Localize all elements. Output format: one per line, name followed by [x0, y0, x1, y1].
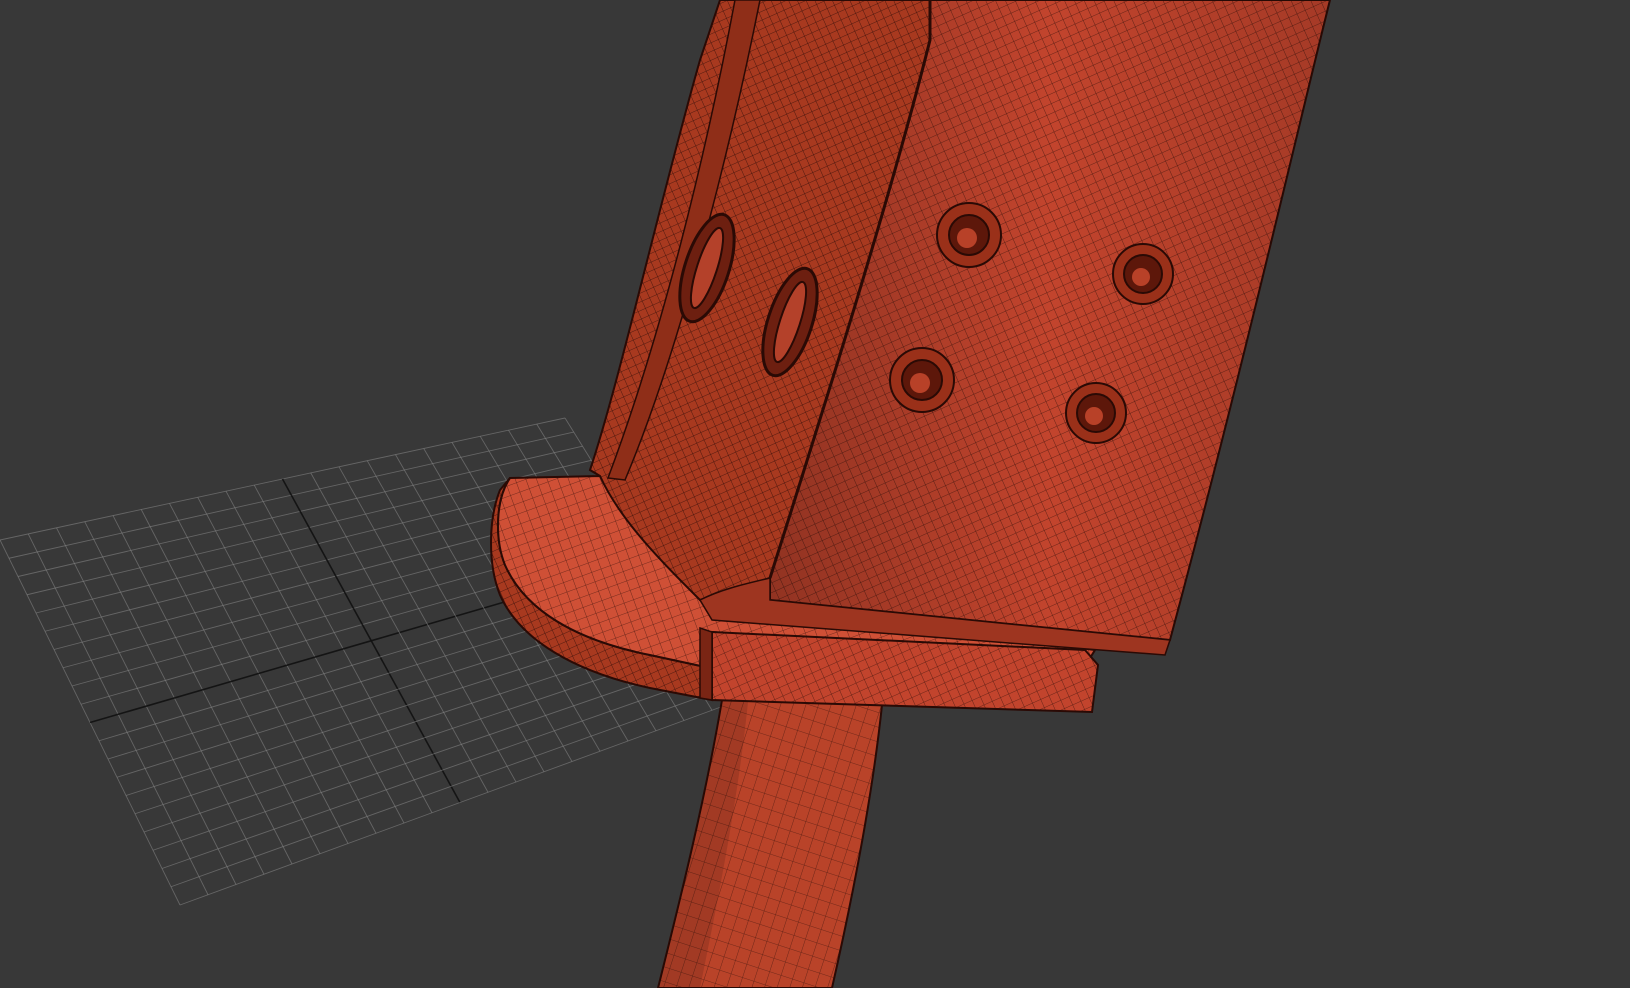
model-handle[interactable] — [656, 698, 884, 988]
grid-line — [161, 671, 723, 869]
3d-viewport[interactable] — [0, 0, 1630, 988]
model-main-body[interactable] — [588, 0, 1332, 656]
grid-line — [170, 685, 732, 888]
scene-canvas[interactable] — [0, 0, 1630, 988]
